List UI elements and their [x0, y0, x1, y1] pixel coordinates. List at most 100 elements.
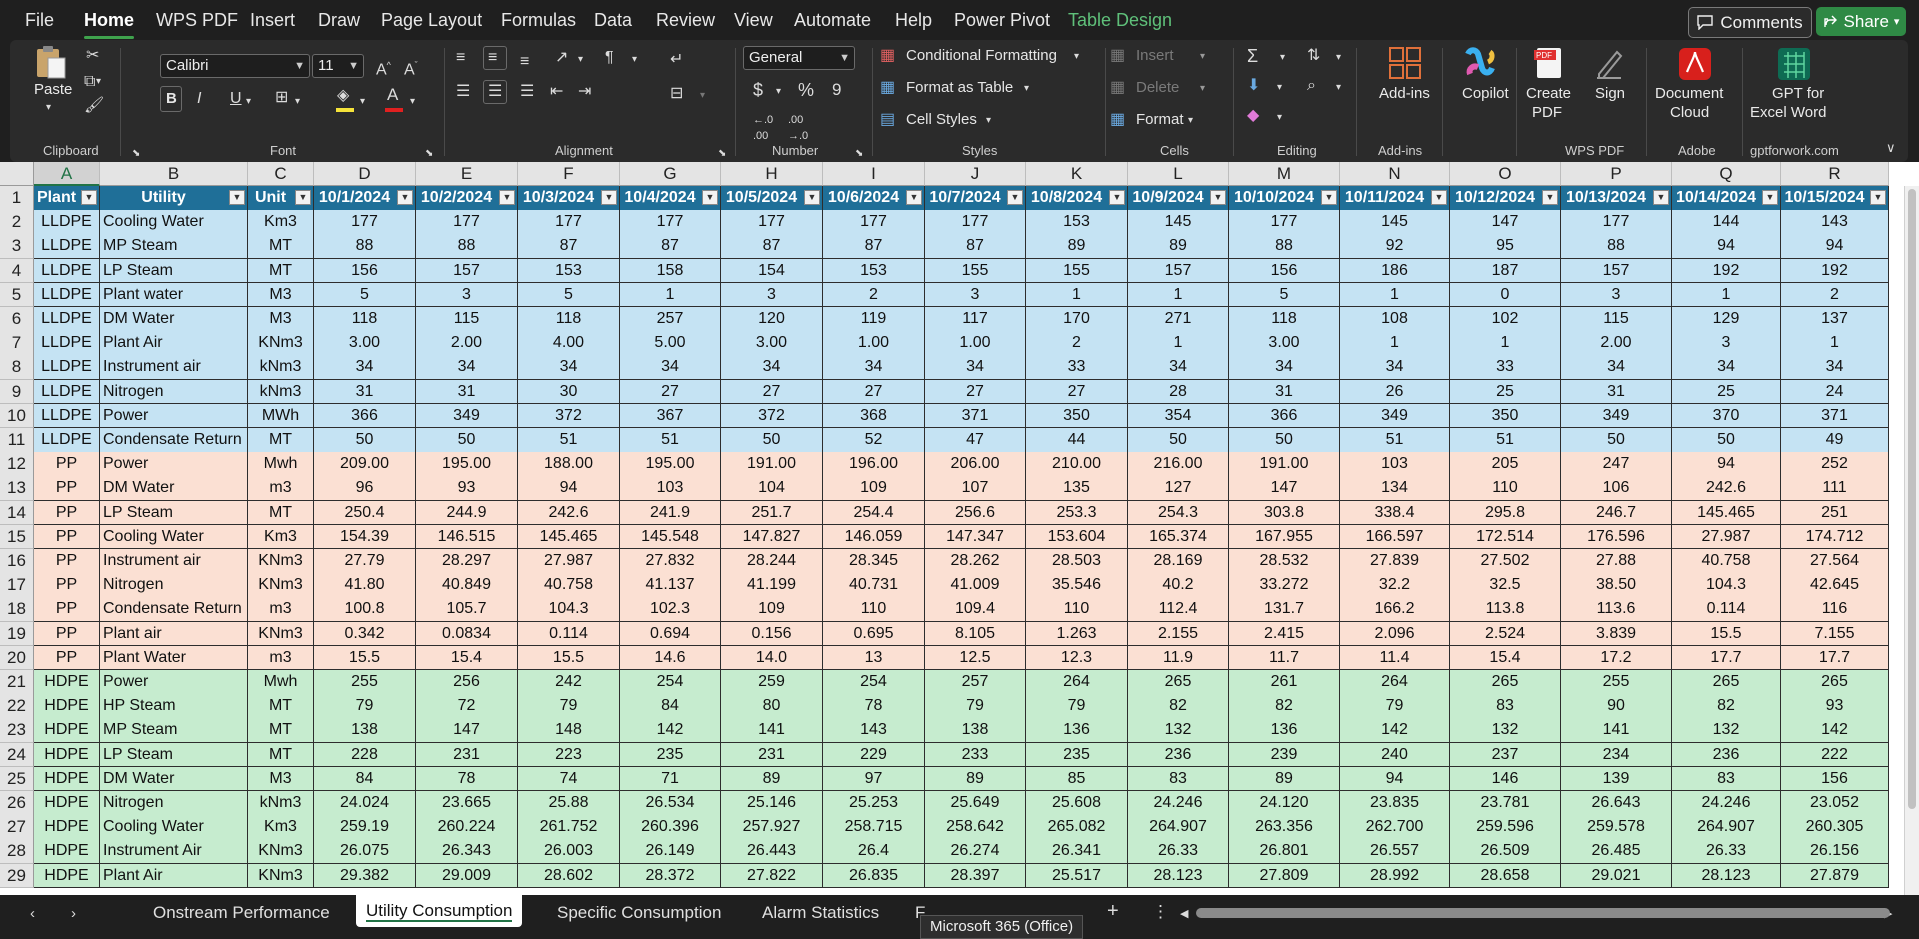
- table-cell[interactable]: 26.801: [1229, 839, 1340, 865]
- table-cell[interactable]: 264: [1026, 670, 1128, 695]
- table-cell[interactable]: 79: [314, 694, 416, 719]
- table-cell[interactable]: KNm3: [248, 863, 314, 889]
- table-cell[interactable]: 261.752: [518, 815, 620, 840]
- paste-button[interactable]: Paste ▾: [30, 44, 72, 118]
- table-cell[interactable]: Power: [100, 670, 248, 695]
- table-cell[interactable]: 246.7: [1561, 500, 1672, 526]
- table-cell[interactable]: kNm3: [248, 791, 314, 816]
- table-cell[interactable]: 257.927: [721, 815, 823, 840]
- table-cell[interactable]: 177: [1229, 210, 1340, 235]
- table-cell[interactable]: 93: [416, 476, 518, 502]
- table-cell[interactable]: LP Steam: [100, 258, 248, 284]
- table-cell[interactable]: 26.509: [1450, 839, 1561, 865]
- table-cell[interactable]: 74: [518, 766, 620, 792]
- menu-automate[interactable]: Automate: [794, 10, 871, 31]
- table-cell[interactable]: 25.608: [1026, 791, 1128, 816]
- table-cell[interactable]: LLDPE: [34, 258, 100, 284]
- table-header-cell[interactable]: 10/2/2024 ▼: [416, 186, 518, 211]
- menu-file[interactable]: File: [25, 10, 54, 31]
- table-cell[interactable]: 156: [314, 258, 416, 284]
- table-cell[interactable]: 195.00: [416, 452, 518, 477]
- column-header[interactable]: K: [1026, 162, 1128, 186]
- merge-chevron-icon[interactable]: ▾: [700, 88, 705, 104]
- table-cell[interactable]: 87: [823, 234, 925, 260]
- font-size-combo[interactable]: 11 ▼: [312, 54, 364, 78]
- table-cell[interactable]: 265: [1450, 670, 1561, 695]
- table-cell[interactable]: 260.396: [620, 815, 721, 840]
- copilot-button[interactable]: Copilot: [1450, 44, 1510, 130]
- table-cell[interactable]: 26.149: [620, 839, 721, 865]
- menu-power-pivot[interactable]: Power Pivot: [954, 10, 1050, 31]
- table-cell[interactable]: 145: [1128, 210, 1229, 235]
- table-cell[interactable]: 263.356: [1229, 815, 1340, 840]
- column-header[interactable]: G: [620, 162, 721, 186]
- table-cell[interactable]: 119: [823, 307, 925, 332]
- table-cell[interactable]: 15.5: [518, 645, 620, 671]
- table-cell[interactable]: 371: [925, 403, 1026, 429]
- table-cell[interactable]: 110: [823, 597, 925, 623]
- table-cell[interactable]: 103: [1340, 452, 1450, 477]
- table-cell[interactable]: 138: [314, 718, 416, 744]
- table-cell[interactable]: HDPE: [34, 863, 100, 889]
- filter-dropdown-icon[interactable]: ▼: [1653, 190, 1669, 205]
- table-header-cell[interactable]: 10/6/2024 ▼: [823, 186, 925, 211]
- table-cell[interactable]: MP Steam: [100, 718, 248, 744]
- table-cell[interactable]: MT: [248, 742, 314, 768]
- autosum-icon[interactable]: Σ: [1247, 47, 1258, 65]
- table-cell[interactable]: Nitrogen: [100, 379, 248, 405]
- table-cell[interactable]: 153: [1026, 210, 1128, 235]
- table-cell[interactable]: 174.712: [1781, 524, 1889, 550]
- table-cell[interactable]: 188.00: [518, 452, 620, 477]
- table-cell[interactable]: 2.155: [1128, 621, 1229, 647]
- table-cell[interactable]: 50: [1128, 428, 1229, 453]
- table-header-cell[interactable]: 10/5/2024 ▼: [721, 186, 823, 211]
- row-header[interactable]: 14: [0, 500, 34, 526]
- table-cell[interactable]: 368: [823, 403, 925, 429]
- table-cell[interactable]: 265: [1128, 670, 1229, 695]
- table-cell[interactable]: 104.3: [518, 597, 620, 623]
- table-cell[interactable]: 240: [1340, 742, 1450, 768]
- table-cell[interactable]: 100.8: [314, 597, 416, 623]
- row-header[interactable]: 11: [0, 428, 34, 453]
- row-header[interactable]: 19: [0, 621, 34, 647]
- table-cell[interactable]: 177: [518, 210, 620, 235]
- column-header[interactable]: M: [1229, 162, 1340, 186]
- chevron-left-icon[interactable]: ‹: [30, 906, 35, 922]
- table-cell[interactable]: 3: [416, 282, 518, 308]
- table-cell[interactable]: 41.009: [925, 573, 1026, 598]
- table-cell[interactable]: 84: [314, 766, 416, 792]
- table-cell[interactable]: 26.835: [823, 863, 925, 889]
- table-cell[interactable]: Cooling Water: [100, 210, 248, 235]
- row-header[interactable]: 21: [0, 670, 34, 695]
- filter-dropdown-icon[interactable]: ▼: [295, 190, 311, 205]
- cell-styles-button[interactable]: ▤ Cell Styles ▾: [880, 110, 1020, 132]
- table-cell[interactable]: 3: [721, 282, 823, 308]
- align-bottom-icon[interactable]: ≡: [520, 54, 529, 70]
- table-cell[interactable]: 28.602: [518, 863, 620, 889]
- row-header[interactable]: 8: [0, 355, 34, 381]
- menu-formulas[interactable]: Formulas: [501, 10, 576, 31]
- table-cell[interactable]: 3: [925, 282, 1026, 308]
- increase-decimal-icon[interactable]: ←.0.00: [753, 112, 773, 144]
- font-color-icon[interactable]: A: [387, 86, 398, 103]
- table-cell[interactable]: 260.224: [416, 815, 518, 840]
- fill-color-icon[interactable]: ◈: [337, 88, 349, 104]
- row-header[interactable]: 23: [0, 718, 34, 744]
- format-cells-button[interactable]: ▦ Format ▾: [1110, 110, 1215, 132]
- table-cell[interactable]: Condensate Return: [100, 597, 248, 623]
- table-cell[interactable]: 23.781: [1450, 791, 1561, 816]
- table-cell[interactable]: LLDPE: [34, 282, 100, 308]
- table-cell[interactable]: 102: [1450, 307, 1561, 332]
- table-cell[interactable]: 229: [823, 742, 925, 768]
- table-cell[interactable]: 102.3: [620, 597, 721, 623]
- table-cell[interactable]: 250.4: [314, 500, 416, 526]
- decrease-indent-icon[interactable]: ⇤: [550, 84, 563, 100]
- table-cell[interactable]: 12.5: [925, 645, 1026, 671]
- table-cell[interactable]: kNm3: [248, 355, 314, 381]
- table-cell[interactable]: 254: [823, 670, 925, 695]
- table-cell[interactable]: 11.4: [1340, 645, 1450, 671]
- row-header[interactable]: 10: [0, 403, 34, 429]
- table-cell[interactable]: 158: [620, 258, 721, 284]
- table-cell[interactable]: 258.642: [925, 815, 1026, 840]
- row-header[interactable]: 26: [0, 791, 34, 816]
